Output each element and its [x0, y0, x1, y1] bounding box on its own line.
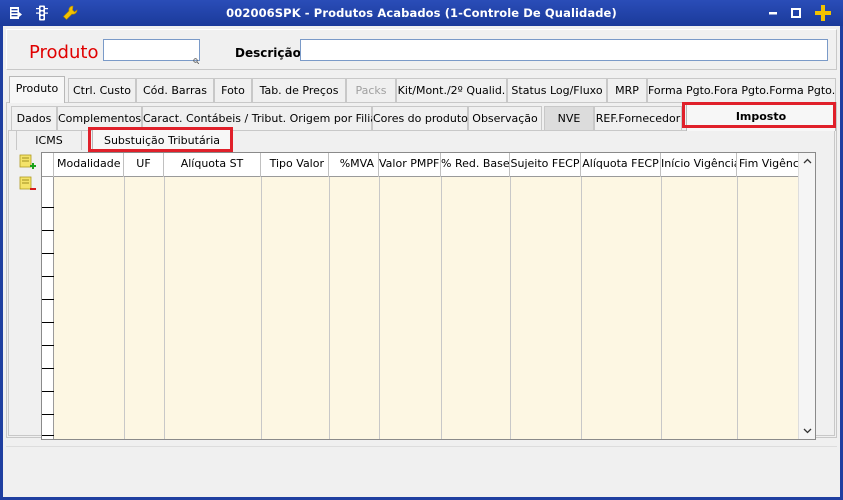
tab-label: Caract. Contábeis / Tribut. Origem por F… — [143, 112, 386, 125]
tab-cod-barras[interactable]: Cód. Barras — [136, 78, 214, 102]
client-area: Produto Descrição Produto Ctrl. Custo Có… — [3, 26, 840, 497]
tab-label: Packs — [355, 84, 387, 97]
tab-mrp[interactable]: MRP — [607, 78, 647, 102]
col-valor-pmpf[interactable]: Valor PMPF — [379, 153, 441, 177]
tab-substituicao-tributaria[interactable]: Substuição Tributária — [92, 128, 232, 150]
tab-ref-fornecedor[interactable]: REF.Fornecedor — [594, 106, 682, 130]
tab-label: Dados — [16, 112, 52, 125]
tab-label: Cores do produto — [373, 112, 468, 125]
tab-caract-contabeis[interactable]: Caract. Contábeis / Tribut. Origem por F… — [142, 106, 386, 130]
tab-label: Observação — [472, 112, 538, 125]
tab-label: Imposto — [735, 110, 787, 123]
add-icon[interactable] — [814, 4, 832, 22]
col-divider — [124, 177, 125, 439]
tab-label: Complementos — [58, 112, 142, 125]
col-divider — [581, 177, 582, 439]
tab-status-log[interactable]: Status Log/Fluxo — [507, 78, 607, 102]
indicator-tick — [42, 391, 54, 392]
col-sujeito-fecp[interactable]: Sujeito FECP — [510, 153, 581, 177]
tab-forma-pgto[interactable]: Forma Pgto.Fora Pgto.Forma Pgto. — [647, 78, 836, 102]
tab-kit-mont[interactable]: Kit/Mont./2º Qualid. — [396, 78, 507, 102]
col-divider — [261, 177, 262, 439]
tab-label: Kit/Mont./2º Qualid. — [397, 84, 506, 97]
tab-nve[interactable]: NVE — [544, 106, 594, 130]
tab-label: MRP — [615, 84, 639, 97]
scroll-down-button[interactable] — [799, 423, 815, 439]
minimize-button[interactable] — [766, 6, 780, 20]
scroll-up-button[interactable] — [799, 153, 815, 169]
tab-observacao[interactable]: Observação — [468, 106, 542, 130]
col-mva[interactable]: %MVA — [329, 153, 379, 177]
tab-label: Tab. de Preços — [259, 84, 339, 97]
grid-body[interactable] — [54, 177, 799, 439]
col-aliquota-st[interactable]: Alíquota ST — [164, 153, 261, 177]
descricao-label: Descrição — [235, 46, 301, 60]
remove-row-icon[interactable] — [19, 176, 36, 192]
indicator-tick — [42, 299, 54, 300]
tab-cores-produto[interactable]: Cores do produto — [372, 106, 468, 130]
col-fim-vigencia[interactable]: Fim Vigência — [737, 153, 799, 177]
tab-label: Forma Pgto.Fora Pgto.Forma Pgto. — [648, 84, 836, 97]
tab-label: ICMS — [35, 134, 63, 147]
tab-tab-precos[interactable]: Tab. de Preços — [252, 78, 346, 102]
tab-label: Produto — [15, 82, 59, 95]
col-divider — [441, 177, 442, 439]
tax-tabs: ICMS Substuição Tributária — [6, 128, 833, 154]
indicator-tick — [42, 368, 54, 369]
indicator-tick — [42, 253, 54, 254]
indicator-header — [42, 153, 54, 177]
col-divider — [510, 177, 511, 439]
app-window: 002006SPK - Produtos Acabados (1-Control… — [0, 0, 843, 500]
main-tabs: Produto Ctrl. Custo Cód. Barras Foto Tab… — [6, 76, 837, 103]
row-indicator — [42, 177, 54, 439]
tab-packs: Packs — [346, 78, 396, 102]
grid-header: Modalidade UF Alíquota ST Tipo Valor %MV… — [42, 153, 799, 177]
indicator-tick — [42, 435, 54, 436]
tab-foto[interactable]: Foto — [214, 78, 252, 102]
tab-imposto[interactable]: Imposto — [686, 104, 836, 131]
bottom-area — [6, 446, 837, 486]
tab-label: Ctrl. Custo — [73, 84, 131, 97]
tab-produto[interactable]: Produto — [9, 76, 65, 103]
tab-label: Substuição Tributária — [103, 134, 221, 147]
lookup-icon[interactable] — [193, 54, 200, 65]
produto-input[interactable] — [103, 39, 200, 61]
title-bar: 002006SPK - Produtos Acabados (1-Control… — [0, 0, 843, 26]
vertical-scrollbar[interactable] — [798, 153, 815, 439]
col-divider — [661, 177, 662, 439]
col-tipo-valor[interactable]: Tipo Valor — [261, 153, 329, 177]
tab-complementos[interactable]: Complementos — [57, 106, 142, 130]
sub-tabs: Dados Complementos Caract. Contábeis / T… — [6, 104, 837, 131]
col-red-base[interactable]: % Red. Base — [441, 153, 510, 177]
window-title: 002006SPK - Produtos Acabados (1-Control… — [226, 6, 617, 20]
col-divider — [379, 177, 380, 439]
tab-label: REF.Fornecedor — [595, 112, 681, 125]
tab-dados[interactable]: Dados — [11, 106, 57, 130]
produto-label: Produto — [29, 42, 99, 63]
indicator-tick — [42, 414, 54, 415]
substituicao-grid[interactable]: Modalidade UF Alíquota ST Tipo Valor %MV… — [41, 152, 816, 440]
tab-ctrl-custo[interactable]: Ctrl. Custo — [68, 78, 136, 102]
tab-icms[interactable]: ICMS — [16, 130, 82, 150]
indicator-tick — [42, 230, 54, 231]
tab-label: Cód. Barras — [143, 84, 207, 97]
add-row-icon[interactable] — [19, 154, 36, 170]
indicator-tick — [42, 207, 54, 208]
col-divider — [164, 177, 165, 439]
col-divider — [737, 177, 738, 439]
descricao-input[interactable] — [300, 39, 828, 61]
col-modalidade[interactable]: Modalidade — [54, 153, 124, 177]
indicator-tick — [42, 276, 54, 277]
tab-label: Foto — [221, 84, 245, 97]
maximize-button[interactable] — [789, 6, 803, 20]
product-header: Produto Descrição — [6, 29, 837, 70]
tab-label: Status Log/Fluxo — [511, 84, 603, 97]
col-inicio-vigencia[interactable]: Início Vigência — [661, 153, 737, 177]
indicator-tick — [42, 322, 54, 323]
col-uf[interactable]: UF — [124, 153, 164, 177]
col-aliquota-fecp[interactable]: Alíquota FECP — [581, 153, 661, 177]
col-divider — [329, 177, 330, 439]
indicator-tick — [42, 345, 54, 346]
tab-label: NVE — [557, 112, 581, 125]
